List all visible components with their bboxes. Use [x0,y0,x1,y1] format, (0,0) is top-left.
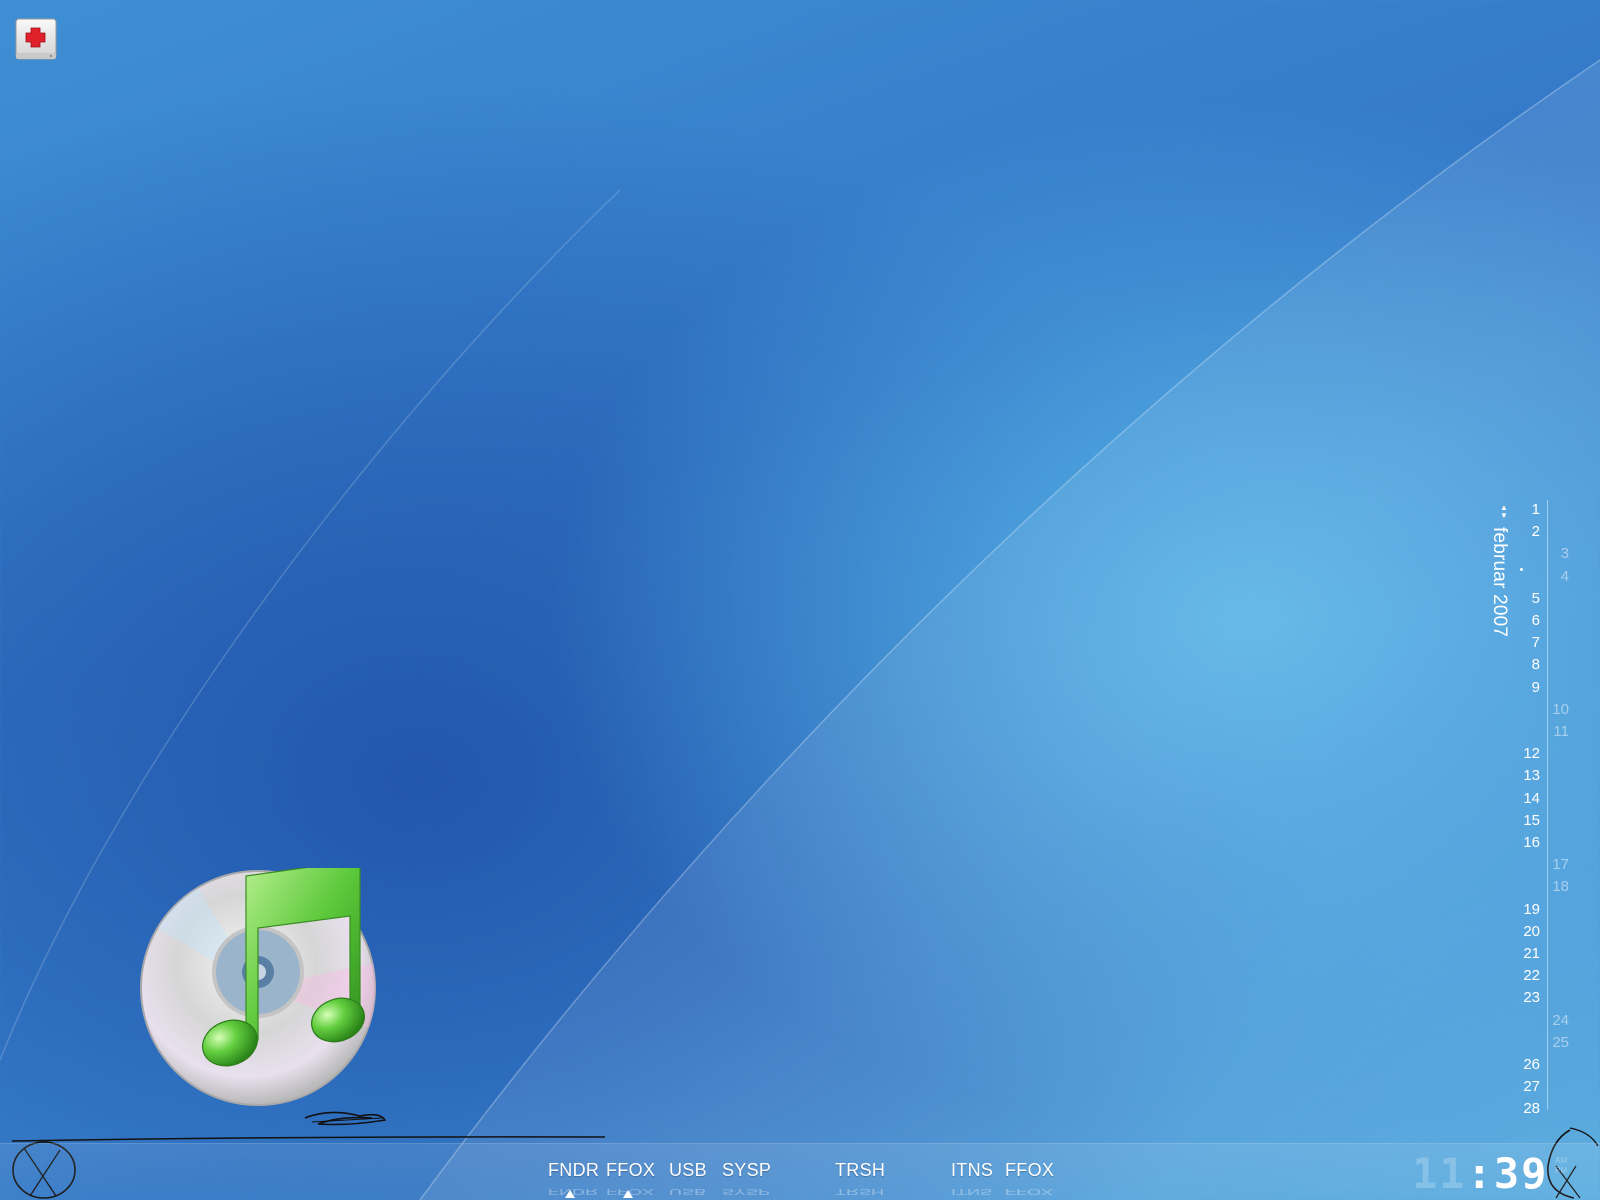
clock-am: AM [1555,1156,1567,1165]
up-down-arrows-icon[interactable]: ▲ ▼ [1500,504,1508,520]
calendar-day[interactable]: 21 [1514,945,1540,963]
calendar-day[interactable]: 5 [1514,590,1540,608]
clock-minutes: 39 [1493,1149,1549,1198]
clock-pm: PM [1555,1166,1567,1175]
drive-icon[interactable] [15,18,57,62]
calendar-day[interactable]: 1 [1514,501,1540,519]
dock-item-ffox[interactable]: FFOX [606,1160,655,1181]
calendar-day[interactable]: 26 [1514,1056,1540,1074]
dock-item-trsh[interactable]: TRSH [835,1160,885,1181]
calendar-day[interactable]: 23 [1514,989,1540,1007]
calendar-day[interactable]: 7 [1514,634,1540,652]
clock-hours: 11 [1412,1149,1467,1198]
clock-separator: : [1466,1149,1494,1198]
calendar-day[interactable]: 25 [1543,1034,1569,1052]
running-indicator-icon [623,1190,633,1198]
calendar-day[interactable]: 16 [1514,834,1540,852]
clock-ampm: AM PM [1555,1156,1567,1176]
calendar-day[interactable]: 12 [1514,745,1540,763]
dock-item-usb[interactable]: USB [669,1160,707,1181]
calendar-day[interactable]: 9 [1514,679,1540,697]
calendar-day[interactable]: 2 [1514,523,1540,541]
calendar-day[interactable]: 13 [1514,767,1540,785]
calendar-day[interactable]: 20 [1514,923,1540,941]
calendar-day[interactable]: 14 [1514,790,1540,808]
calendar-day[interactable]: 11 [1543,723,1569,741]
calendar-day[interactable]: 6 [1514,612,1540,630]
dock-item-ffox[interactable]: FFOX [1005,1160,1054,1181]
digital-clock: 11:39 [1412,1152,1548,1196]
calendar-day[interactable]: 4 [1543,568,1569,586]
dock-item-sysp[interactable]: SYSP [722,1160,771,1181]
calendar-day[interactable]: 28 [1514,1100,1540,1118]
dock-item-itns[interactable]: ITNS [951,1160,993,1181]
calendar-today-marker [1520,568,1523,571]
calendar-day[interactable]: 19 [1514,901,1540,919]
calendar-month-label: februar 2007 [1489,527,1510,638]
desktop: ▲ ▼ februar 2007 1 2 3 4 5 6 7 8 9 10 11 12 13 14 15 16 1… [0,0,1600,1200]
itunes-icon[interactable] [138,859,398,1128]
calendar-day[interactable]: 24 [1543,1012,1569,1030]
calendar-day[interactable]: 8 [1514,656,1540,674]
calendar-day[interactable]: 22 [1514,967,1540,985]
calendar-day[interactable]: 18 [1543,878,1569,896]
calendar-day[interactable]: 15 [1514,812,1540,830]
calendar-day[interactable]: 17 [1543,856,1569,874]
dock-item-fndr[interactable]: FNDR [548,1160,599,1181]
calendar-day[interactable]: 27 [1514,1078,1540,1096]
calendar-day[interactable]: 10 [1543,701,1569,719]
calendar-day[interactable]: 3 [1543,545,1569,563]
taskbar [0,1143,1600,1200]
running-indicator-icon [565,1190,575,1198]
